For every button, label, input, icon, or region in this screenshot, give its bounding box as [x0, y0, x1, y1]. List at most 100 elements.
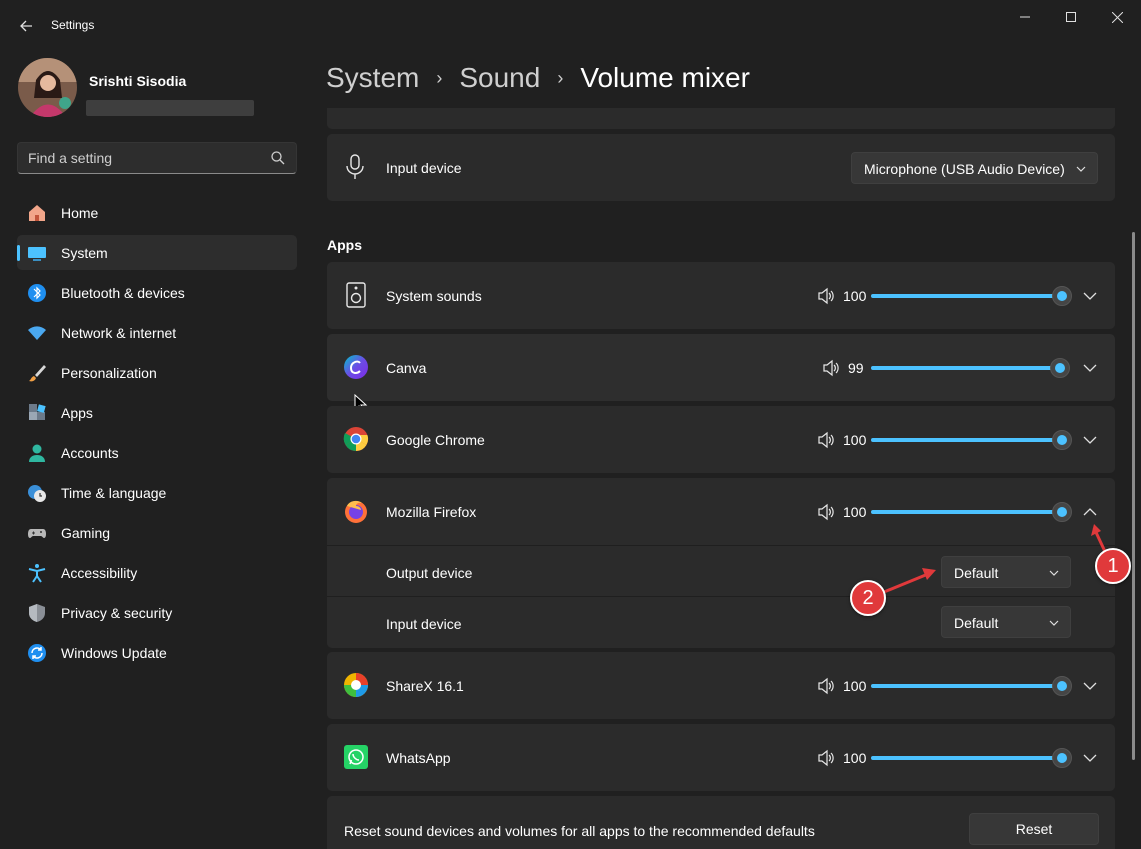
app-name: Mozilla Firefox [386, 504, 477, 520]
reset-card: Reset sound devices and volumes for all … [327, 796, 1115, 849]
microphone-icon [346, 154, 364, 179]
speaker-box-icon [346, 282, 366, 308]
app-input-device-dropdown[interactable]: Default [941, 606, 1071, 638]
volume-slider-thumb[interactable] [1050, 358, 1070, 378]
back-button[interactable] [14, 14, 38, 38]
reset-button[interactable]: Reset [969, 813, 1099, 845]
volume-slider-thumb[interactable] [1052, 286, 1072, 306]
page-title: Volume mixer [580, 62, 750, 93]
chevron-down-icon[interactable] [1082, 288, 1098, 304]
breadcrumb-sound[interactable]: Sound [459, 62, 540, 94]
maximize-button[interactable] [1048, 0, 1094, 34]
sidebar-item-label: System [61, 245, 108, 261]
minimize-button[interactable] [1002, 0, 1048, 34]
volume-slider-thumb[interactable] [1052, 676, 1072, 696]
system-icon [28, 247, 46, 261]
chrome-icon [343, 427, 369, 451]
app-row-system-sounds: System sounds 100 [327, 262, 1115, 329]
sidebar-item-accessibility[interactable]: Accessibility [17, 555, 297, 590]
avatar [18, 58, 77, 117]
output-device-dropdown[interactable]: Default [941, 556, 1071, 588]
sidebar-item-label: Accessibility [61, 565, 138, 581]
breadcrumb-system[interactable]: System [326, 62, 419, 94]
volume-icon[interactable] [817, 431, 835, 449]
close-icon [1111, 11, 1123, 23]
home-icon [29, 205, 45, 221]
window-title: Settings [51, 18, 95, 32]
volume-slider[interactable] [871, 510, 1063, 514]
volume-value: 100 [843, 750, 867, 766]
volume-slider[interactable] [871, 756, 1063, 760]
sidebar-item-accounts[interactable]: Accounts [17, 435, 297, 470]
volume-value: 100 [843, 678, 867, 694]
volume-slider-thumb[interactable] [1052, 748, 1072, 768]
sidebar-item-system[interactable]: System [17, 235, 297, 270]
chevron-up-icon[interactable] [1082, 504, 1098, 520]
accessibility-icon [28, 564, 46, 583]
accounts-icon [29, 444, 45, 462]
chevron-down-icon [1049, 620, 1059, 626]
chevron-down-icon[interactable] [1082, 360, 1098, 376]
app-row-mozilla-firefox: Mozilla Firefox 100 Output device Defaul… [327, 478, 1115, 648]
search-input[interactable] [28, 149, 258, 167]
chevron-down-icon[interactable] [1082, 432, 1098, 448]
app-row-google-chrome: Google Chrome 100 [327, 406, 1115, 473]
annotation-badge-1: 1 [1095, 548, 1131, 584]
shield-icon [29, 604, 45, 622]
sidebar-item-windows-update[interactable]: Windows Update [17, 635, 297, 670]
input-device-dropdown[interactable]: Microphone (USB Audio Device) [851, 152, 1098, 184]
volume-icon[interactable] [822, 359, 840, 377]
sidebar-item-label: Network & internet [61, 325, 177, 341]
volume-slider[interactable] [871, 294, 1063, 298]
input-device-card: Input device Microphone (USB Audio Devic… [327, 134, 1115, 201]
canva-icon [344, 355, 368, 379]
active-indicator [17, 245, 20, 261]
app-row-canva: Canva 99 [327, 334, 1115, 413]
input-device-label: Input device [386, 160, 462, 176]
wifi-icon [28, 326, 46, 340]
brush-icon [29, 365, 46, 382]
apps-section-title: Apps [327, 237, 362, 253]
main-content: Input device Microphone (USB Audio Devic… [327, 108, 1117, 849]
volume-icon[interactable] [817, 287, 835, 305]
sidebar-item-privacy-security[interactable]: Privacy & security [17, 595, 297, 630]
user-profile[interactable]: Srishti Sisodia [18, 58, 308, 118]
sidebar-item-network[interactable]: Network & internet [17, 315, 297, 350]
sidebar-item-bluetooth[interactable]: Bluetooth & devices [17, 275, 297, 310]
reset-description: Reset sound devices and volumes for all … [344, 823, 815, 839]
volume-slider[interactable] [871, 438, 1063, 442]
apps-icon [29, 404, 46, 420]
sidebar-item-time-language[interactable]: Time & language [17, 475, 297, 510]
sidebar-item-home[interactable]: Home [17, 195, 297, 230]
search-box[interactable] [17, 142, 297, 174]
volume-value: 100 [843, 432, 867, 448]
sidebar-item-label: Time & language [61, 485, 167, 501]
volume-slider[interactable] [871, 684, 1063, 688]
sidebar-nav: Home System Bluetooth & devices Network … [17, 195, 297, 675]
volume-slider-thumb[interactable] [1052, 502, 1072, 522]
volume-slider[interactable] [871, 366, 1059, 370]
close-button[interactable] [1094, 0, 1140, 34]
scrollbar[interactable] [1132, 232, 1135, 760]
sidebar-item-gaming[interactable]: Gaming [17, 515, 297, 550]
app-name: WhatsApp [386, 750, 451, 766]
globe-clock-icon [28, 485, 46, 502]
user-email-redacted [86, 100, 254, 116]
app-name: Google Chrome [386, 432, 485, 448]
chevron-down-icon[interactable] [1082, 750, 1098, 766]
volume-icon[interactable] [817, 503, 835, 521]
title-bar: Settings [0, 0, 1141, 50]
whatsapp-icon [344, 745, 368, 769]
breadcrumb: System › Sound › Volume mixer [326, 58, 750, 98]
sidebar-item-apps[interactable]: Apps [17, 395, 297, 430]
minimize-icon [1020, 16, 1030, 18]
volume-icon[interactable] [817, 749, 835, 767]
volume-slider-thumb[interactable] [1052, 430, 1072, 450]
gamepad-icon [28, 529, 46, 538]
app-name: System sounds [386, 288, 482, 304]
chevron-down-icon[interactable] [1082, 678, 1098, 694]
volume-icon[interactable] [817, 677, 835, 695]
sidebar-item-personalization[interactable]: Personalization [17, 355, 297, 390]
search-icon[interactable] [270, 150, 286, 166]
user-name: Srishti Sisodia [89, 73, 187, 89]
